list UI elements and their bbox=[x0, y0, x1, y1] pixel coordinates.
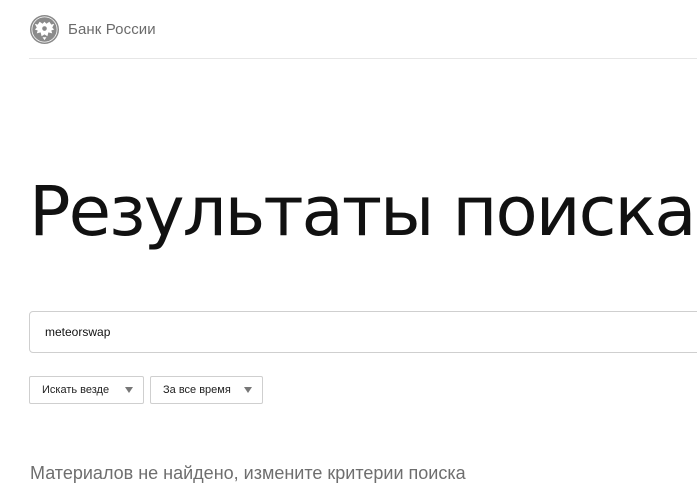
no-results-message: Материалов не найдено, измените критерии… bbox=[30, 463, 466, 483]
brand-name: Банк России bbox=[68, 20, 156, 38]
page-title: Результаты поиска bbox=[29, 172, 697, 252]
search-scope-label: Искать везде bbox=[42, 384, 110, 396]
home-logo-link[interactable]: Банк России bbox=[29, 14, 156, 45]
header-divider bbox=[29, 58, 697, 59]
search-field[interactable] bbox=[29, 311, 697, 353]
search-scope-select[interactable]: Искать везде bbox=[29, 376, 144, 404]
search-period-label: За все время bbox=[163, 384, 231, 396]
double-headed-eagle-emblem-icon bbox=[29, 14, 60, 44]
search-filters: Искать везде За все время bbox=[29, 376, 263, 404]
site-header: Банк России bbox=[29, 12, 156, 46]
chevron-down-icon bbox=[125, 387, 133, 393]
chevron-down-icon bbox=[244, 387, 252, 393]
search-period-select[interactable]: За все время bbox=[150, 376, 263, 404]
search-input[interactable] bbox=[45, 312, 645, 352]
search-results-page: Банк России Результаты поиска Искать вез… bbox=[0, 0, 697, 502]
